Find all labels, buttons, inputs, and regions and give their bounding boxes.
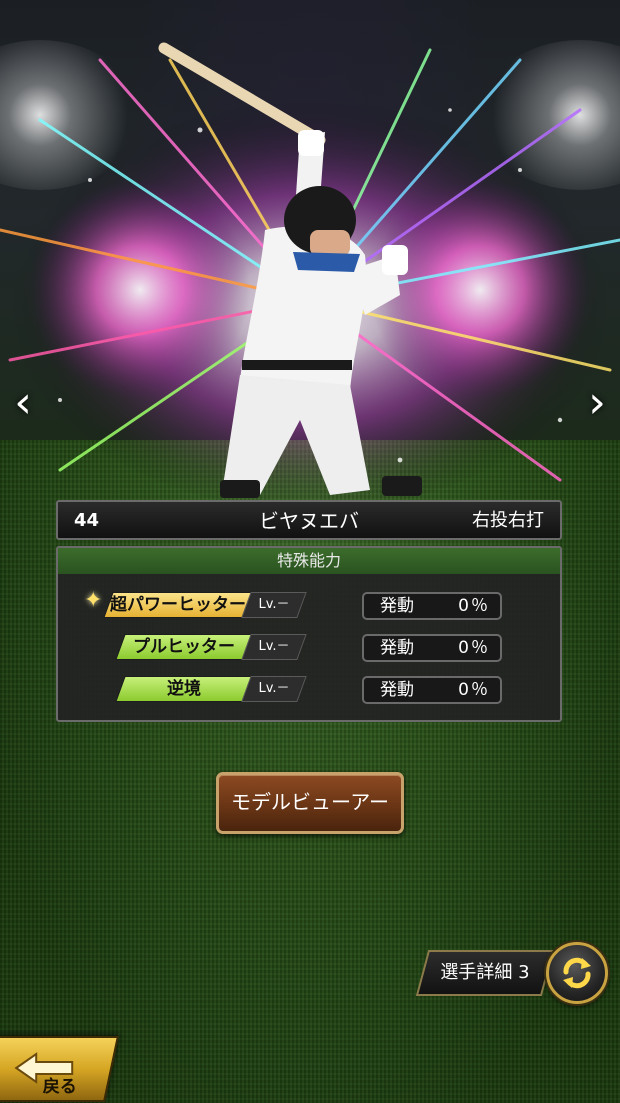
ability-name: 超パワーヒッター — [110, 595, 246, 615]
ability-activation: 発動 0％ — [362, 676, 502, 704]
stadium-light-left — [0, 40, 140, 190]
ability-label: 超パワーヒッター — [103, 592, 253, 618]
refresh-button[interactable] — [546, 942, 608, 1004]
back-button[interactable]: 戻る — [0, 1036, 120, 1102]
handedness: 右投右打 — [472, 510, 544, 531]
player-detail-screen: ‹ › 44 ビヤヌエバ 右投右打 特殊能力 ✦ 超パワーヒッター Lv.－ 発… — [0, 0, 620, 1103]
ability-level: Lv.－ — [241, 592, 307, 618]
player-image — [158, 42, 422, 498]
sparkle-icon: ✦ — [84, 588, 103, 613]
ability-activation: 発動 0％ — [362, 634, 502, 662]
next-player-button[interactable]: › — [582, 378, 612, 428]
model-viewer-button[interactable]: モデルビューアー — [216, 772, 404, 834]
ability-row[interactable]: ✦ 超パワーヒッター Lv.－ 発動 0％ — [58, 588, 560, 620]
ability-name: 逆境 — [167, 679, 201, 699]
ability-name: プルヒッター — [133, 637, 235, 657]
abilities-header: 特殊能力 — [58, 548, 560, 574]
ability-activation: 発動 0％ — [362, 592, 502, 620]
player-info-bar: 44 ビヤヌエバ 右投右打 — [56, 500, 562, 540]
ability-level: Lv.－ — [241, 634, 307, 660]
ability-label: プルヒッター — [115, 634, 253, 660]
ability-row[interactable]: 逆境 Lv.－ 発動 0％ — [58, 676, 560, 704]
player-detail-button[interactable]: 選手詳細 3 — [415, 950, 555, 996]
player-detail-label: 選手詳細 3 — [440, 962, 530, 983]
back-label: 戻る — [42, 1077, 77, 1097]
stadium-light-right — [480, 40, 620, 190]
chevron-right-icon: › — [588, 377, 606, 428]
ability-level: Lv.－ — [241, 676, 307, 702]
ability-row[interactable]: プルヒッター Lv.－ 発動 0％ — [58, 634, 560, 662]
ability-label: 逆境 — [115, 676, 253, 702]
prev-player-button[interactable]: ‹ — [8, 378, 38, 428]
chevron-left-icon: ‹ — [14, 377, 32, 428]
refresh-icon — [563, 957, 591, 989]
special-abilities-panel: 特殊能力 ✦ 超パワーヒッター Lv.－ 発動 0％ プルヒッター Lv.－ 発… — [56, 546, 562, 722]
